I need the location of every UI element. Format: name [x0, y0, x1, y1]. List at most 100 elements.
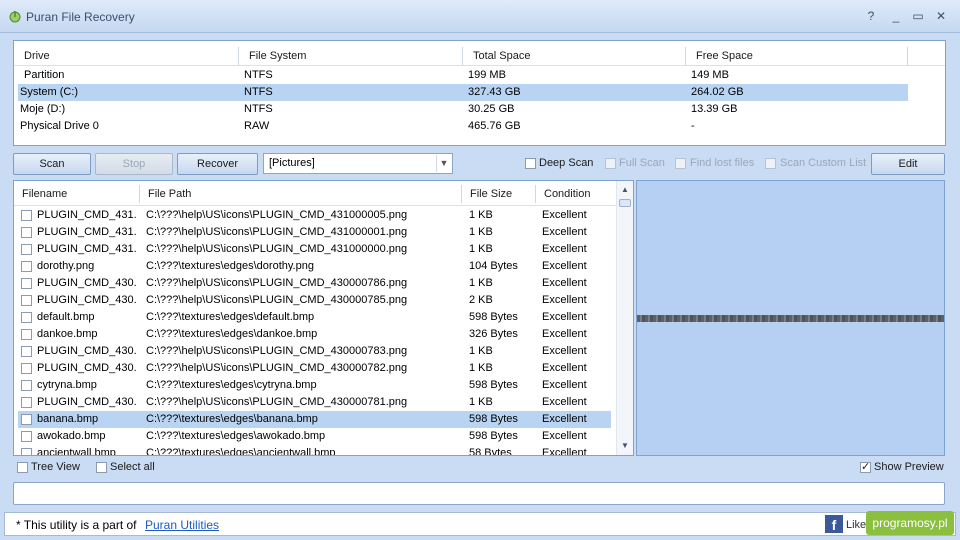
drive-row[interactable]: Physical Drive 0 RAW 465.76 GB - [18, 118, 908, 135]
drive-name: Moje (D:) [20, 103, 66, 115]
partition-free: 149 MB [691, 69, 729, 81]
edit-button[interactable]: Edit [871, 153, 945, 175]
file-row[interactable]: PLUGIN_CMD_430... C:\???\help\US\icons\PL… [18, 292, 611, 309]
file-checkbox[interactable] [21, 278, 32, 289]
file-checkbox[interactable] [21, 397, 32, 408]
drive-total: 30.25 GB [468, 103, 515, 115]
file-row[interactable]: dankoe.bmp C:\???\textures\edges\dankoe.b… [18, 326, 611, 343]
file-checkbox[interactable] [21, 448, 32, 455]
scan-button[interactable]: Scan [13, 153, 91, 175]
column-drive[interactable]: Drive [14, 47, 239, 65]
file-checkbox[interactable] [21, 380, 32, 391]
file-row[interactable]: PLUGIN_CMD_430... C:\???\help\US\icons\PL… [18, 275, 611, 292]
file-checkbox[interactable] [21, 295, 32, 306]
drive-row[interactable]: Moje (D:) NTFS 30.25 GB 13.39 GB [18, 101, 908, 118]
file-name: PLUGIN_CMD_431... [37, 226, 137, 238]
file-row[interactable]: PLUGIN_CMD_431... C:\???\help\US\icons\PL… [18, 241, 611, 258]
file-condition: Excellent [542, 277, 587, 289]
show-preview-checkbox[interactable] [860, 460, 871, 473]
file-condition: Excellent [542, 311, 587, 323]
file-row[interactable]: PLUGIN_CMD_430... C:\???\help\US\icons\PL… [18, 394, 611, 411]
file-row[interactable]: PLUGIN_CMD_431... C:\???\help\US\icons\PL… [18, 207, 611, 224]
find-lost-files-checkbox[interactable] [675, 158, 686, 169]
file-condition: Excellent [542, 362, 587, 374]
drive-free: 264.02 GB [691, 86, 744, 98]
file-path: C:\???\textures\edges\cytryna.bmp [146, 379, 317, 391]
file-checkbox[interactable] [21, 261, 32, 272]
file-row[interactable]: PLUGIN_CMD_430... C:\???\help\US\icons\PL… [18, 343, 611, 360]
file-name: ancientwall.bmp [37, 447, 116, 456]
help-button[interactable]: ? [862, 8, 880, 24]
minimize-button[interactable]: _ [887, 8, 905, 24]
file-checkbox[interactable] [21, 329, 32, 340]
file-checkbox[interactable] [21, 210, 32, 221]
like-label[interactable]: Like [846, 519, 866, 531]
close-button[interactable]: ✕ [932, 8, 950, 24]
stop-button[interactable]: Stop [95, 153, 173, 175]
column-file-path[interactable]: File Path [140, 185, 462, 203]
file-path: C:\???\help\US\icons\PLUGIN_CMD_43000078… [146, 345, 408, 357]
file-checkbox[interactable] [21, 312, 32, 323]
scroll-up-icon[interactable]: ▲ [617, 183, 633, 197]
file-name: PLUGIN_CMD_431... [37, 243, 137, 255]
column-total-space[interactable]: Total Space [463, 47, 686, 65]
file-type-select[interactable]: [Pictures] ▼ [263, 153, 453, 174]
file-condition: Excellent [542, 209, 587, 221]
file-condition: Excellent [542, 430, 587, 442]
maximize-button[interactable]: ▭ [909, 8, 927, 24]
column-file-size[interactable]: File Size [462, 185, 536, 203]
file-checkbox[interactable] [21, 244, 32, 255]
file-name: cytryna.bmp [37, 379, 97, 391]
file-path: C:\???\help\US\icons\PLUGIN_CMD_43000078… [146, 362, 408, 374]
partition-row[interactable]: Partition NTFS 199 MB 149 MB [18, 67, 908, 84]
file-row[interactable]: awokado.bmp C:\???\textures\edges\awokado… [18, 428, 611, 445]
tree-view-checkbox[interactable] [17, 462, 28, 473]
facebook-icon[interactable]: f [825, 515, 843, 533]
file-path: C:\???\textures\edges\dorothy.png [146, 260, 314, 272]
deep-scan-checkbox[interactable] [525, 158, 536, 169]
file-list[interactable]: Filename File Path File Size Condition P… [13, 180, 634, 456]
file-name: awokado.bmp [37, 430, 106, 442]
file-row[interactable]: PLUGIN_CMD_431... C:\???\help\US\icons\PL… [18, 224, 611, 241]
partition-fs: NTFS [244, 69, 273, 81]
file-size: 1 KB [469, 277, 493, 289]
file-checkbox[interactable] [21, 414, 32, 425]
full-scan-checkbox[interactable] [605, 158, 616, 169]
file-row[interactable]: banana.bmp C:\???\textures\edges\banana.b… [18, 411, 611, 428]
file-list-scrollbar[interactable]: ▲ ▼ [616, 181, 633, 455]
scroll-thumb[interactable] [619, 199, 631, 207]
file-condition: Excellent [542, 328, 587, 340]
drive-row[interactable]: System (C:) NTFS 327.43 GB 264.02 GB [18, 84, 908, 101]
column-free-space[interactable]: Free Space [686, 47, 908, 65]
file-checkbox[interactable] [21, 346, 32, 357]
puran-utilities-link[interactable]: Puran Utilities [145, 518, 219, 532]
file-checkbox[interactable] [21, 431, 32, 442]
file-row[interactable]: default.bmp C:\???\textures\edges\default… [18, 309, 611, 326]
scan-custom-list-checkbox[interactable] [765, 158, 776, 169]
preview-image [637, 315, 944, 322]
file-path: C:\???\textures\edges\awokado.bmp [146, 430, 326, 442]
title-bar: Puran File Recovery ? _ ▭ ✕ [0, 0, 960, 33]
file-condition: Excellent [542, 345, 587, 357]
file-size: 2 KB [469, 294, 493, 306]
drive-list[interactable]: Drive File System Total Space Free Space… [13, 40, 946, 146]
column-condition[interactable]: Condition [536, 185, 618, 203]
file-row[interactable]: ancientwall.bmp C:\???\textures\edges\anc… [18, 445, 611, 456]
partition-label: Partition [24, 69, 65, 81]
file-size: 1 KB [469, 226, 493, 238]
file-row[interactable]: cytryna.bmp C:\???\textures\edges\cytryna… [18, 377, 611, 394]
file-path: C:\???\help\US\icons\PLUGIN_CMD_43100000… [146, 226, 408, 238]
recover-button[interactable]: Recover [177, 153, 258, 175]
chevron-down-icon[interactable]: ▼ [436, 155, 451, 172]
file-checkbox[interactable] [21, 363, 32, 374]
file-size: 1 KB [469, 209, 493, 221]
column-filename[interactable]: Filename [14, 185, 140, 203]
file-row[interactable]: PLUGIN_CMD_430... C:\???\help\US\icons\PL… [18, 360, 611, 377]
drive-fs: RAW [244, 120, 270, 132]
watermark-logo: programosy.pl [866, 511, 954, 535]
column-file-system[interactable]: File System [239, 47, 463, 65]
scroll-down-icon[interactable]: ▼ [617, 439, 633, 453]
file-row[interactable]: dorothy.png C:\???\textures\edges\dorothy… [18, 258, 611, 275]
file-checkbox[interactable] [21, 227, 32, 238]
select-all-checkbox[interactable] [96, 462, 107, 473]
